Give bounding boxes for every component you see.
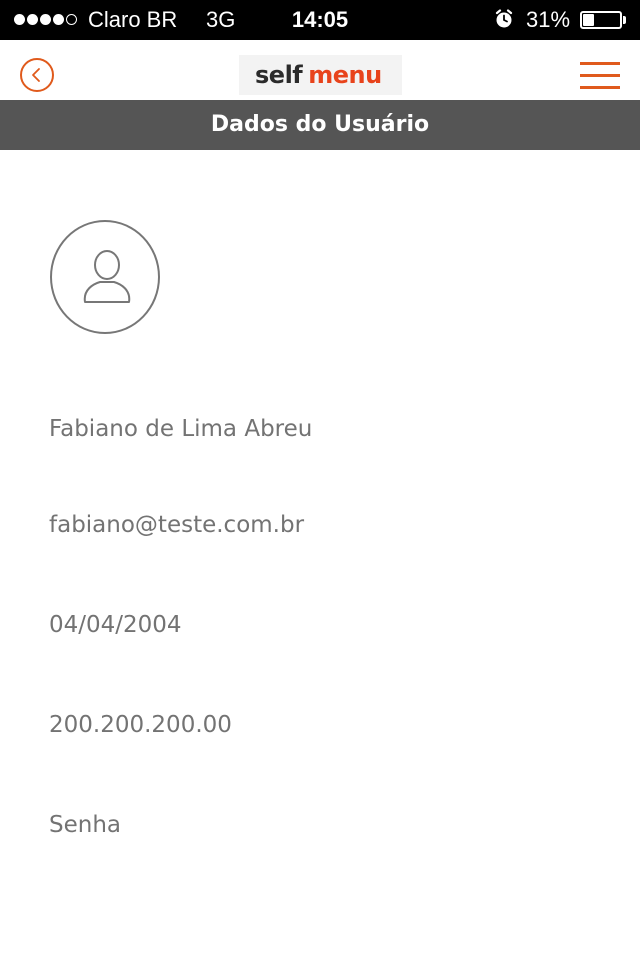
user-icon — [83, 250, 131, 303]
email-field[interactable]: fabiano@teste.com.br — [49, 507, 609, 543]
nav-bar: self menu — [0, 40, 640, 100]
battery-icon — [580, 11, 622, 29]
status-bar: Claro BR 3G 14:05 31% — [0, 0, 640, 40]
avatar[interactable] — [50, 220, 160, 334]
logo-self-text: self — [255, 61, 303, 89]
selfmenu-logo: self menu — [239, 55, 402, 95]
birth-date-field[interactable]: 04/04/2004 — [49, 607, 609, 643]
back-arrow-icon — [32, 68, 40, 82]
document-field[interactable]: 200.200.200.00 — [49, 707, 609, 743]
back-button[interactable] — [20, 58, 54, 92]
alarm-icon — [495, 9, 513, 28]
battery-percentage: 31% — [526, 7, 571, 32]
name-field[interactable]: Fabiano de Lima Abreu — [49, 411, 609, 447]
battery-tip — [623, 16, 626, 24]
password-field[interactable]: Senha — [49, 807, 609, 843]
logo-menu-text: menu — [308, 61, 382, 89]
hamburger-menu-icon — [580, 62, 620, 65]
battery-level-fill — [583, 14, 594, 26]
page-title: Dados do Usuário — [0, 100, 640, 150]
hamburger-menu-button[interactable] — [580, 62, 620, 90]
